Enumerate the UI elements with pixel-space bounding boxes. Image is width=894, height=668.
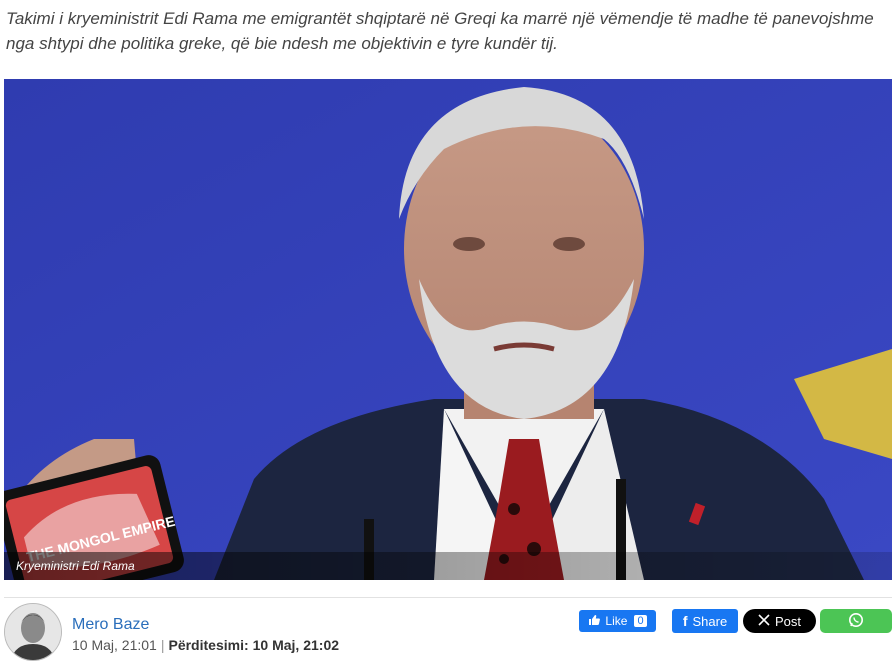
facebook-like-button[interactable]: Like 0: [579, 610, 656, 632]
thumbs-up-icon: [588, 614, 601, 629]
like-label: Like: [605, 614, 628, 628]
x-post-button[interactable]: Post: [743, 609, 816, 633]
author-photo: [5, 604, 61, 660]
x-logo-icon: [758, 613, 770, 629]
divider: [4, 597, 892, 598]
hero-photo: THE MONGOL EMPIRE: [4, 79, 892, 580]
author-avatar[interactable]: [4, 603, 62, 661]
published-date: 10 Maj, 21:01: [72, 637, 157, 653]
whatsapp-share-button[interactable]: [820, 609, 892, 633]
meta-separator: |: [160, 637, 165, 653]
updated-label: Përditesimi:: [168, 637, 249, 653]
like-count: 0: [634, 615, 647, 627]
facebook-share-button[interactable]: f Share: [672, 609, 738, 633]
image-caption: Kryeministri Edi Rama: [16, 559, 135, 573]
article-hero-image: THE MONGOL EMPIRE Kryeministri Edi Rama: [4, 79, 892, 580]
facebook-icon: f: [682, 613, 688, 629]
author-link[interactable]: Mero Baze: [72, 616, 149, 634]
updated-date: 10 Maj, 21:02: [252, 637, 340, 653]
post-label: Post: [774, 613, 801, 629]
article-lead: Takimi i kryeministrit Edi Rama me emigr…: [6, 9, 874, 53]
byline-meta: 10 Maj, 21:01 | Përditesimi: 10 Maj, 21:…: [72, 637, 339, 653]
caption-bar: [4, 552, 892, 580]
share-label: Share: [692, 613, 728, 629]
whatsapp-icon: [848, 612, 864, 631]
